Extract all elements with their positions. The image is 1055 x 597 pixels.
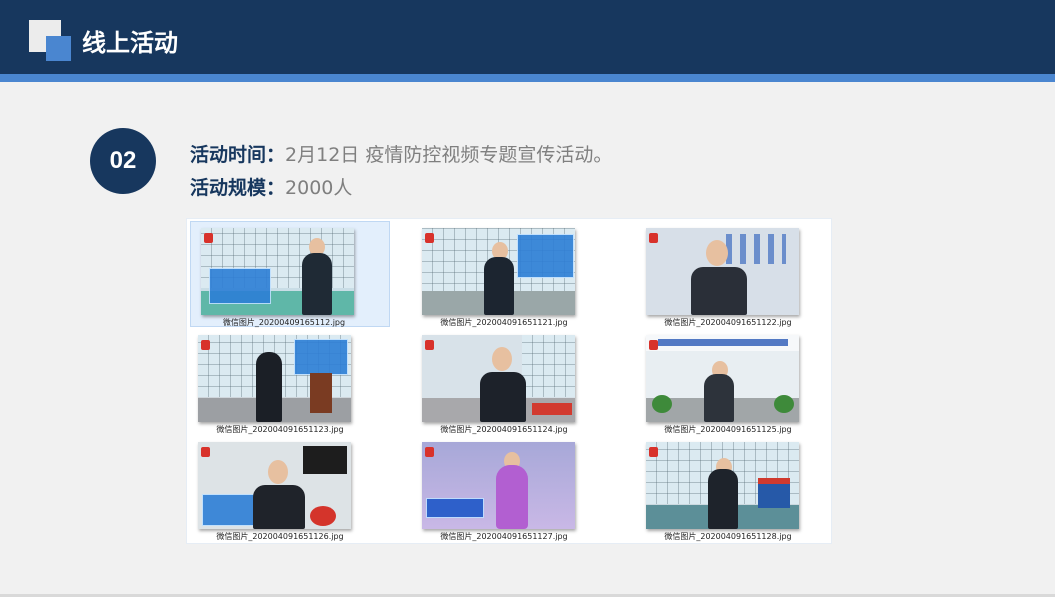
activity-time-value: 2月12日 疫情防控视频专题宣传活动。	[285, 144, 613, 166]
header-accent-stripe	[0, 74, 1055, 82]
gallery-file-item[interactable]: 微信图片_20200409165112.jpg	[190, 221, 390, 327]
file-thumbnail	[422, 228, 575, 315]
file-name: 微信图片_202004091651125.jpg	[664, 425, 792, 434]
file-thumbnail	[646, 335, 799, 422]
item-number: 02	[109, 147, 137, 174]
file-name: 微信图片_202004091651121.jpg	[440, 318, 568, 327]
file-name: 微信图片_20200409165112.jpg	[222, 318, 346, 327]
file-thumbnail	[646, 228, 799, 315]
header-bar: 线上活动	[0, 0, 1055, 74]
file-name: 微信图片_202004091651124.jpg	[440, 425, 568, 434]
gallery-file-item[interactable]: 微信图片_202004091651126.jpg	[187, 435, 387, 541]
file-name: 微信图片_202004091651122.jpg	[664, 318, 792, 327]
activity-scale-line: 活动规模：2000人	[190, 175, 352, 201]
file-thumbnail	[422, 335, 575, 422]
file-name: 微信图片_202004091651126.jpg	[216, 532, 344, 541]
file-thumbnail	[198, 442, 351, 529]
file-thumbnail	[646, 442, 799, 529]
gallery-file-item[interactable]: 微信图片_202004091651125.jpg	[635, 328, 835, 434]
activity-scale-value: 2000人	[285, 177, 353, 199]
file-name: 微信图片_202004091651128.jpg	[664, 532, 792, 541]
gallery-file-item[interactable]: 微信图片_202004091651121.jpg	[411, 221, 611, 327]
gallery-file-item[interactable]: 微信图片_202004091651127.jpg	[411, 435, 611, 541]
item-number-badge: 02	[90, 128, 156, 194]
logo-square-front	[46, 36, 71, 61]
activity-scale-label: 活动规模：	[190, 177, 286, 199]
file-name: 微信图片_202004091651123.jpg	[216, 425, 344, 434]
gallery-file-item[interactable]: 微信图片_202004091651122.jpg	[635, 221, 835, 327]
activity-time-label: 活动时间：	[190, 144, 286, 166]
gallery-file-item[interactable]: 微信图片_202004091651128.jpg	[635, 435, 835, 541]
gallery-file-item[interactable]: 微信图片_202004091651123.jpg	[187, 328, 387, 434]
gallery-file-item[interactable]: 微信图片_202004091651124.jpg	[411, 328, 611, 434]
page-title: 线上活动	[82, 29, 178, 57]
file-name: 微信图片_202004091651127.jpg	[440, 532, 568, 541]
activity-time-line: 活动时间：2月12日 疫情防控视频专题宣传活动。	[190, 142, 612, 168]
file-gallery-panel: 微信图片_20200409165112.jpg 微信图片_20200409165…	[186, 218, 832, 544]
file-thumbnail	[198, 335, 351, 422]
file-thumbnail	[201, 228, 354, 315]
file-thumbnail	[422, 442, 575, 529]
